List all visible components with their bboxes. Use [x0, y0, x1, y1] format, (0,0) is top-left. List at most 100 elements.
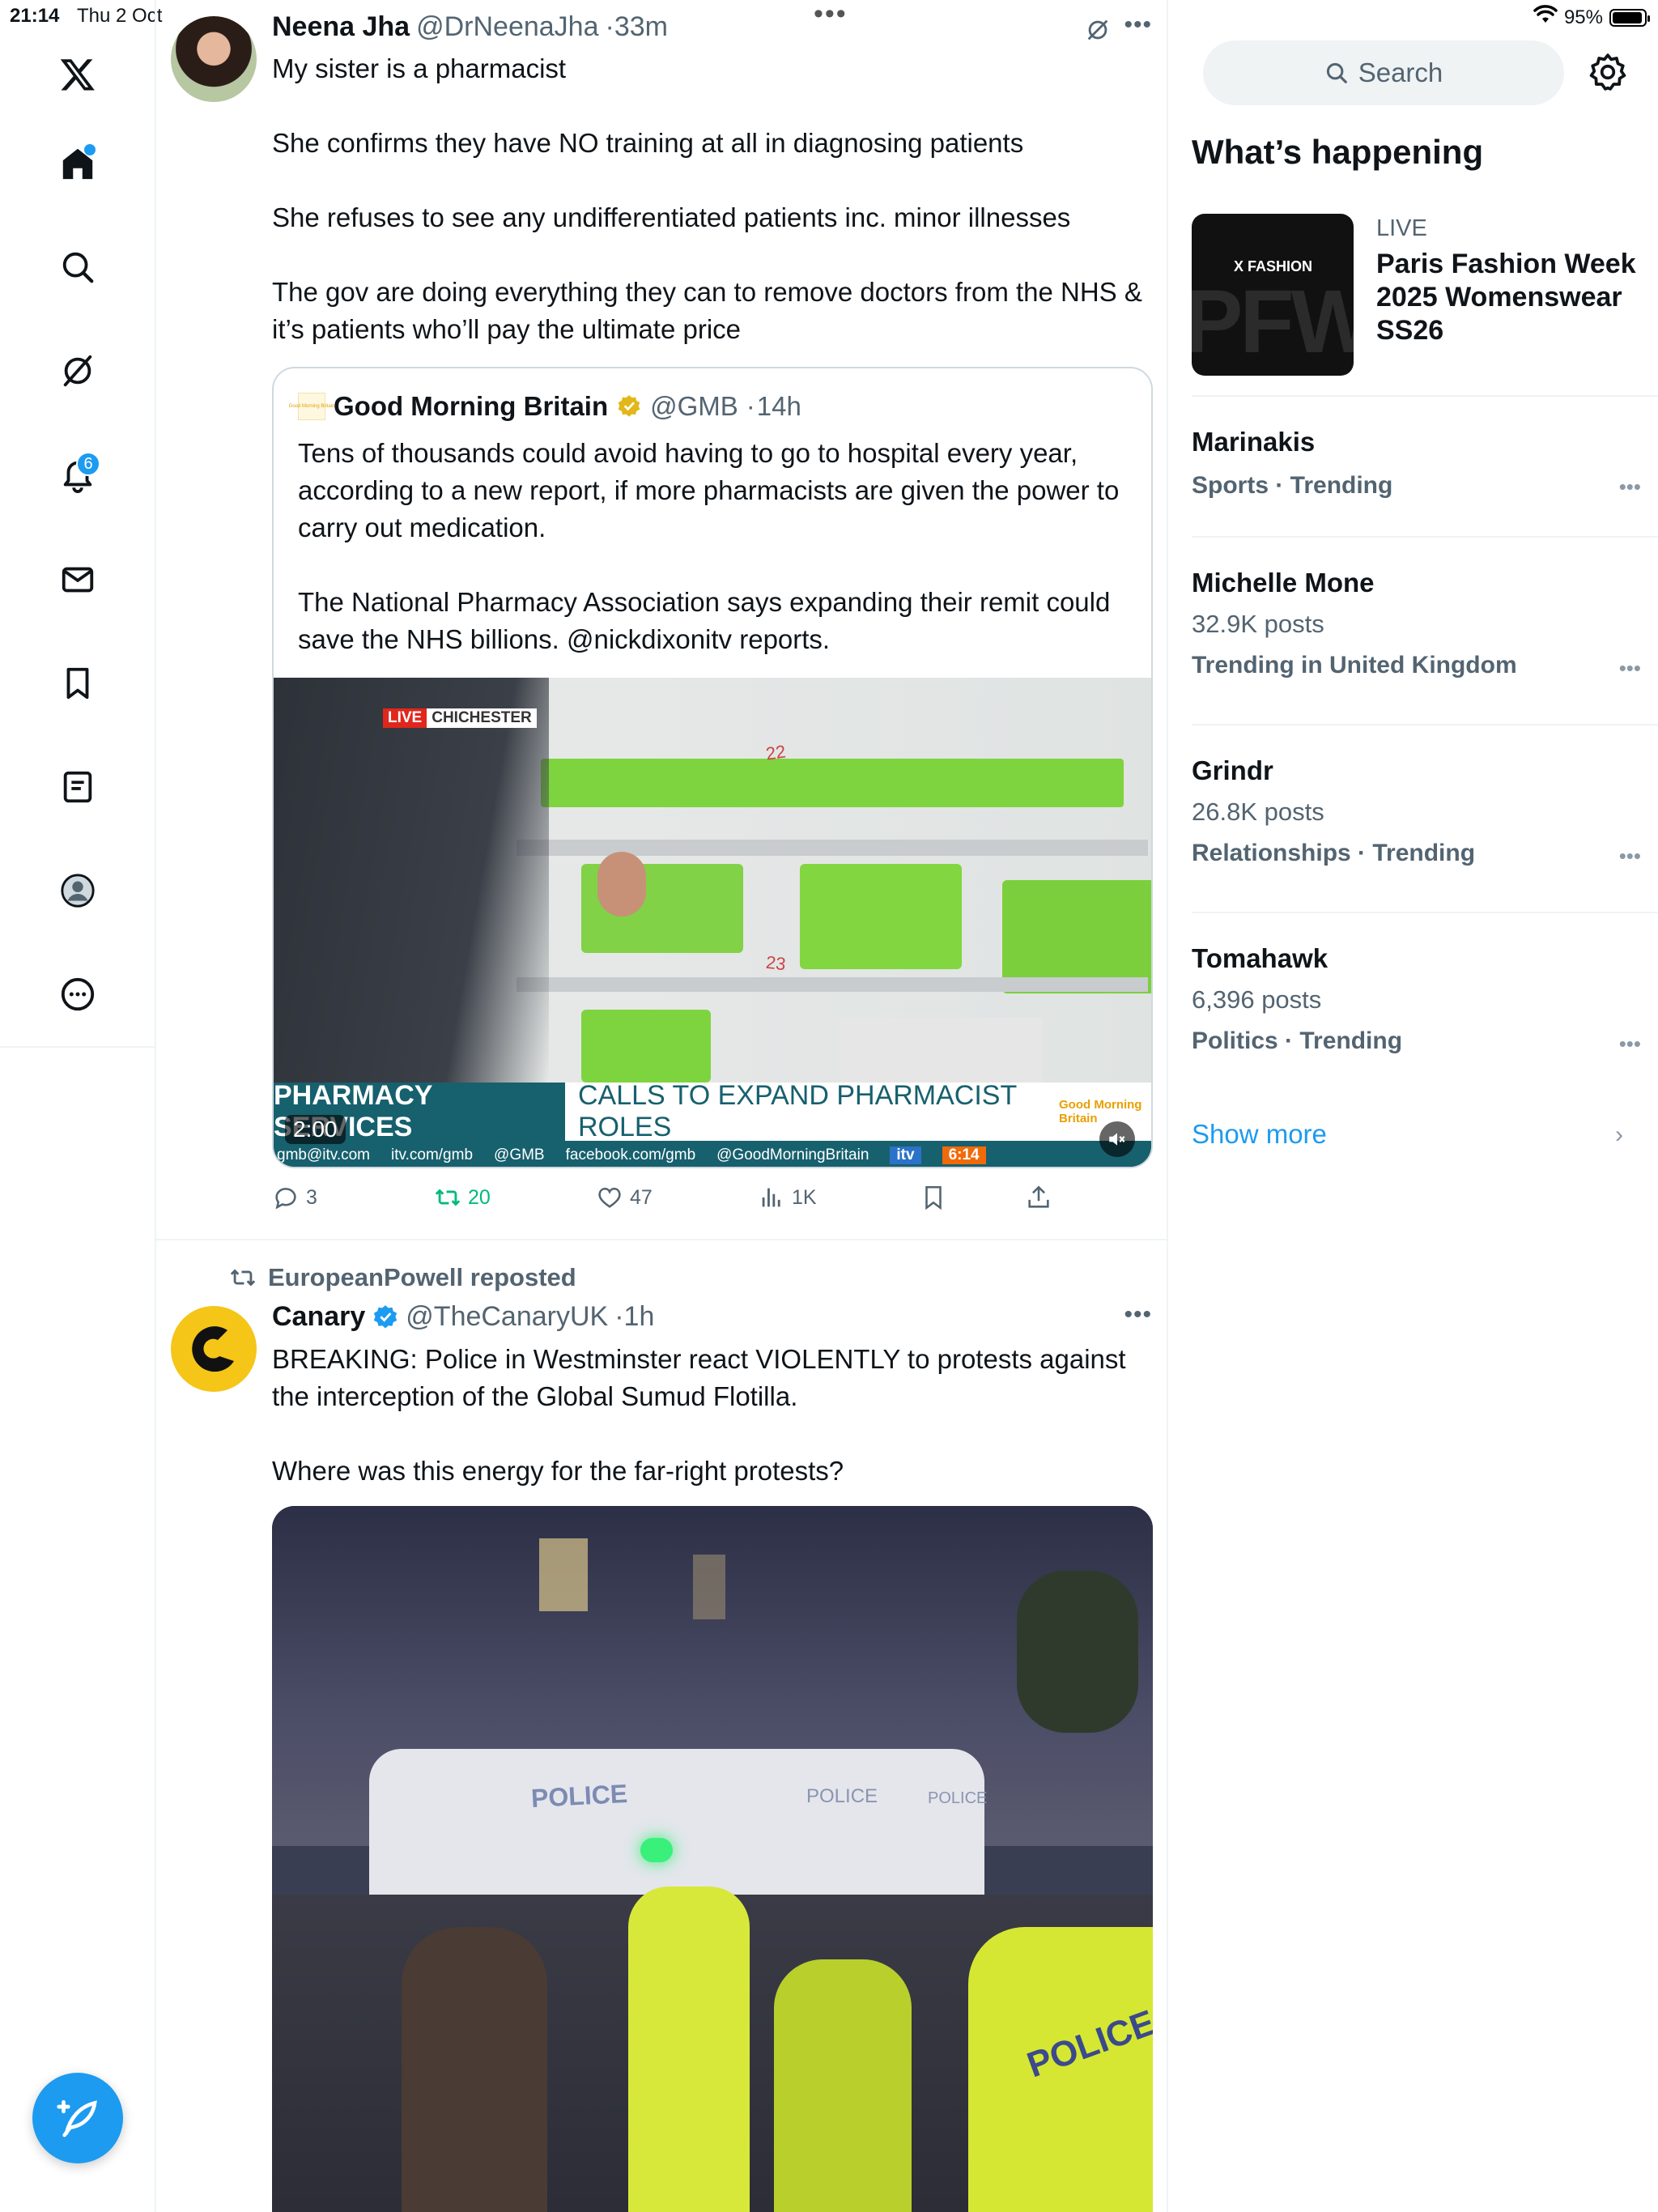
tweet-more-icon[interactable]: •••	[1124, 11, 1152, 39]
home-unread-dot	[84, 144, 96, 155]
sidebar-divider	[1192, 536, 1658, 538]
reposted-by[interactable]: EuropeanPowell reposted	[268, 1263, 576, 1292]
trend-posts: 26.8K posts	[1192, 798, 1324, 826]
share-icon	[1028, 1185, 1049, 1208]
repost-icon	[435, 1189, 461, 1206]
grok-explain-icon[interactable]	[1084, 16, 1112, 48]
reply-button[interactable]: 3	[272, 1184, 317, 1211]
sidebar-divider	[1192, 395, 1658, 397]
like-count: 47	[630, 1185, 653, 1209]
search-bar[interactable]: Search	[1203, 40, 1564, 105]
reporter-hand	[597, 852, 646, 917]
trend-category: Sports · Trending	[1192, 472, 1393, 499]
right-sidebar: Search What’s happening PFW X FASHION LI…	[1168, 0, 1658, 2212]
tweet-actions: 3 20 47 1K	[272, 1184, 1082, 1219]
event-thumbnail: PFW X FASHION	[1192, 214, 1354, 376]
trend-item-grindr[interactable]: Grindr 26.8K posts Relationships · Trend…	[1192, 753, 1641, 871]
bookmarks-icon[interactable]	[53, 659, 102, 708]
profile-avatar-icon[interactable]	[53, 866, 102, 915]
repost-count: 20	[468, 1185, 491, 1209]
trend-category: Relationships · Trending	[1192, 840, 1476, 866]
protester	[402, 1927, 547, 2212]
author-name[interactable]: Canary	[272, 1301, 365, 1333]
trend-more-icon[interactable]: •••	[1619, 844, 1641, 869]
sidebar-divider	[1192, 724, 1658, 725]
chevron-right-icon: ›	[1615, 1121, 1623, 1148]
more-options-icon[interactable]	[53, 970, 102, 1019]
compose-feather-icon	[57, 2099, 97, 2138]
messages-envelope-icon[interactable]	[53, 555, 102, 604]
trend-category: Trending in United Kingdom	[1192, 652, 1517, 678]
quoted-tweet[interactable]: Good Morning Britain Good Morning Britai…	[272, 367, 1153, 1168]
views-chart-icon	[762, 1188, 780, 1207]
reporter-figure	[274, 678, 549, 1083]
trend-more-icon[interactable]: •••	[1619, 1032, 1641, 1057]
tweet-text: My sister is a pharmacist She confirms t…	[272, 53, 1142, 344]
compose-post-button[interactable]	[32, 2073, 123, 2163]
post-time[interactable]: 1h	[624, 1301, 655, 1333]
show-more-link[interactable]: Show more	[1192, 1119, 1327, 1150]
trend-category: Politics · Trending	[1192, 1027, 1403, 1054]
post-time[interactable]: 33m	[614, 11, 668, 43]
views-button[interactable]: 1K	[758, 1184, 817, 1211]
notifications-badge: 6	[76, 452, 100, 476]
whats-happening-heading: What’s happening	[1192, 133, 1484, 171]
tweet-neena-jha[interactable]: Neena Jha @DrNeenaJha · 33m ••• My siste…	[156, 0, 1168, 1239]
separator-dot: ·	[605, 11, 614, 42]
avatar-neena-jha[interactable]	[171, 16, 257, 102]
police-officer-vest	[628, 1887, 750, 2212]
blue-verified-icon	[374, 1304, 397, 1328]
shelf-label: 22	[764, 741, 788, 764]
search-icon	[1326, 62, 1347, 83]
separator-dot: ·	[614, 1301, 624, 1332]
trend-name: Michelle Mone	[1192, 568, 1375, 598]
lists-icon[interactable]	[53, 763, 102, 811]
search-placeholder: Search	[1358, 57, 1443, 87]
reply-icon	[275, 1188, 296, 1210]
share-button[interactable]	[1025, 1184, 1052, 1211]
x-logo-icon[interactable]	[53, 50, 102, 99]
explore-search-icon[interactable]	[53, 243, 102, 291]
author-name[interactable]: Neena Jha	[272, 11, 410, 43]
like-button[interactable]: 47	[596, 1184, 653, 1211]
quote-time[interactable]: 14h	[757, 391, 801, 422]
trend-item-marinakis[interactable]: Marinakis Sports · Trending •••	[1192, 424, 1641, 504]
mute-volume-icon[interactable]	[1099, 1121, 1135, 1157]
video-player[interactable]: 22 23 LIVE CHICHESTER PHARMACY SERVICES …	[274, 678, 1151, 1167]
tree	[1017, 1571, 1138, 1733]
quote-handle[interactable]: @GMB	[650, 391, 738, 422]
video-duration: 2:00	[285, 1115, 346, 1144]
trend-posts: 6,396 posts	[1192, 985, 1322, 1014]
home-icon[interactable]	[53, 139, 102, 188]
trend-name: Grindr	[1192, 755, 1273, 785]
quote-author-name[interactable]: Good Morning Britain	[334, 391, 608, 422]
trend-more-icon[interactable]: •••	[1619, 656, 1641, 681]
bookmark-button[interactable]	[920, 1184, 947, 1211]
repost-button[interactable]: 20	[434, 1184, 491, 1211]
green-light	[640, 1838, 673, 1862]
avatar-canary[interactable]	[171, 1306, 257, 1392]
bookmark-icon	[925, 1185, 942, 1210]
nav-divider	[0, 1046, 156, 1048]
timeline: Neena Jha @DrNeenaJha · 33m ••• My siste…	[156, 0, 1168, 2212]
trend-item-michelle-mone[interactable]: Michelle Mone 32.9K posts Trending in Un…	[1192, 565, 1641, 683]
grok-icon[interactable]	[53, 347, 102, 395]
trend-more-icon[interactable]: •••	[1619, 474, 1641, 500]
author-handle[interactable]: @DrNeenaJha	[416, 11, 598, 43]
settings-gear-icon[interactable]	[1588, 52, 1628, 92]
quote-text: Tens of thousands could avoid having to …	[298, 438, 1120, 654]
news-ticker: gmb@itv.com itv.com/gmb @GMB facebook.co…	[274, 1141, 1151, 1167]
live-chichester-bug: LIVE CHICHESTER	[383, 708, 537, 728]
trending-event[interactable]: PFW X FASHION LIVE Paris Fashion Week 20…	[1192, 214, 1653, 376]
notifications-bell-icon[interactable]: 6	[53, 450, 102, 499]
shelf-label: 23	[764, 951, 787, 975]
trend-posts: 32.9K posts	[1192, 610, 1324, 638]
gold-verified-icon	[618, 395, 640, 417]
gmb-logo: Good Morning Britain	[289, 393, 334, 420]
trend-name: Marinakis	[1192, 427, 1316, 457]
trend-item-tomahawk[interactable]: Tomahawk 6,396 posts Politics · Trending…	[1192, 941, 1641, 1059]
author-handle[interactable]: @TheCanaryUK	[406, 1301, 608, 1333]
reposted-icon	[230, 1269, 256, 1287]
protest-video-media[interactable]: POLICE POLICE POLICE POLICE	[272, 1506, 1153, 2212]
tweet-more-icon[interactable]: •••	[1124, 1301, 1152, 1329]
